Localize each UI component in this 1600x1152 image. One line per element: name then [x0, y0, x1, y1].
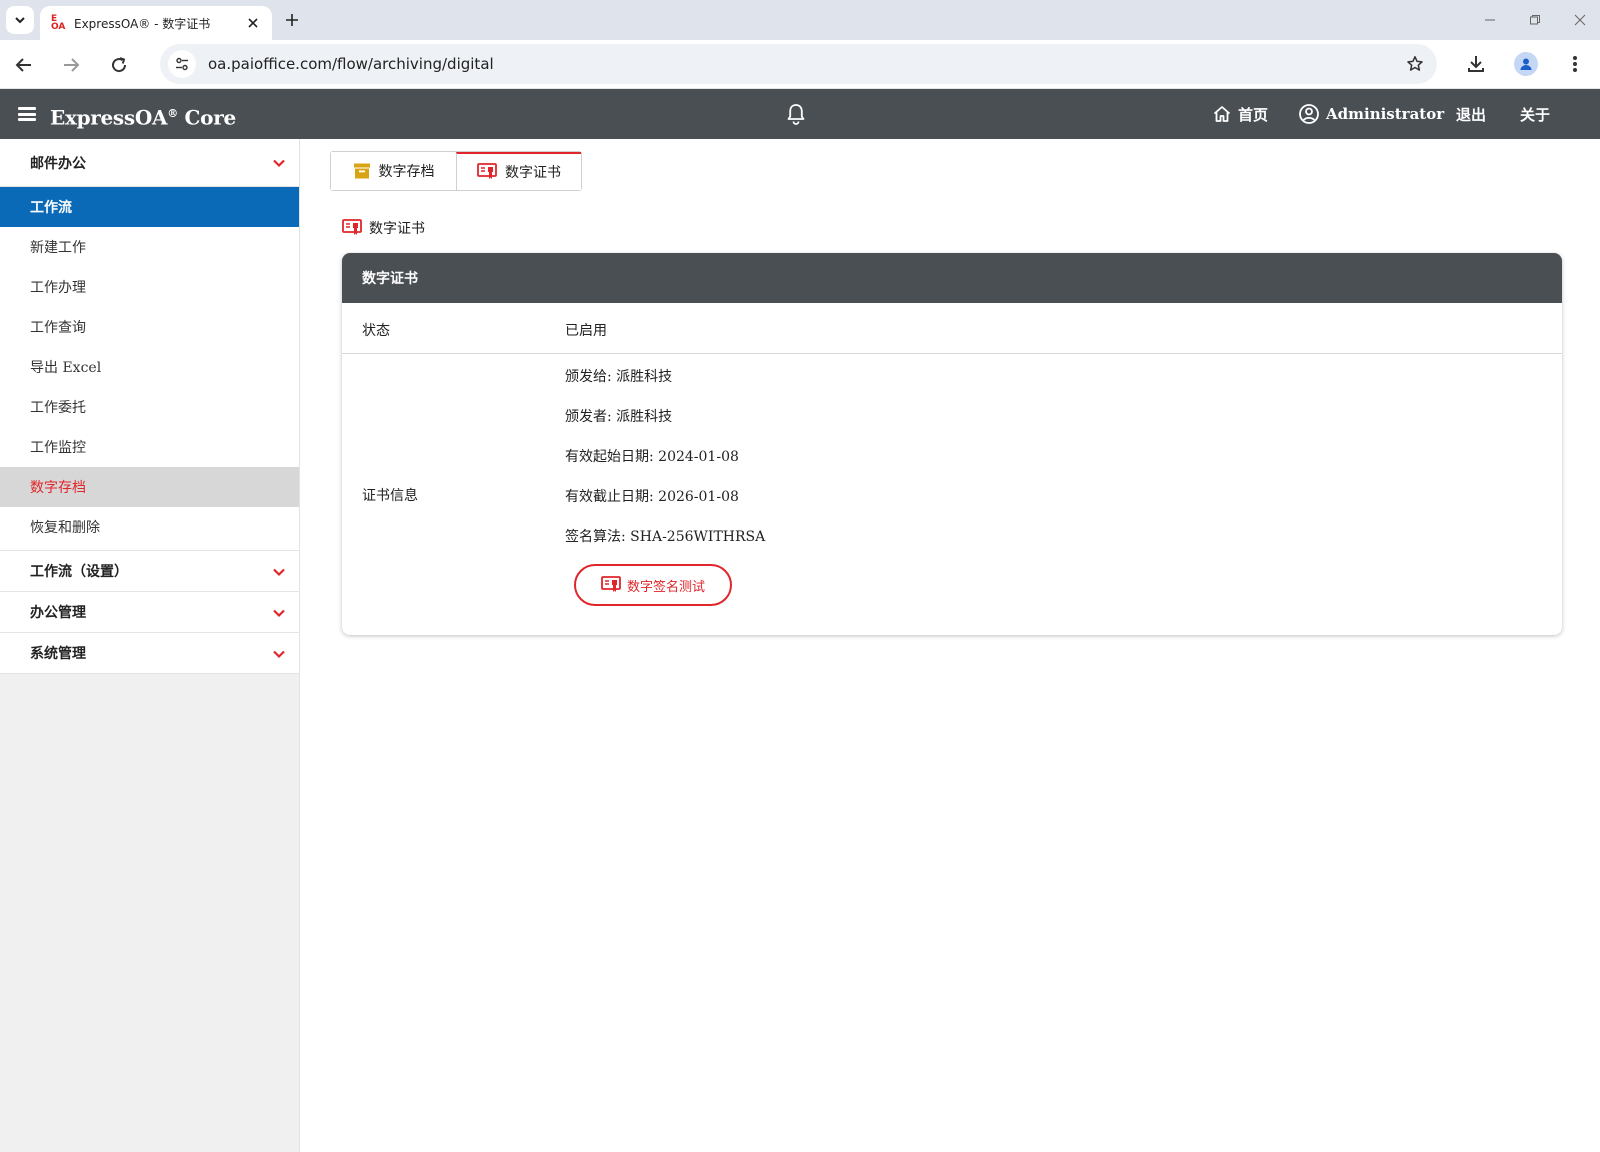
- tab-digital-archive[interactable]: 数字存档: [331, 152, 456, 190]
- certificate-icon: [342, 219, 362, 235]
- back-button[interactable]: [9, 50, 39, 80]
- sidebar-workflow-submenu: 工作流 新建工作 工作办理 工作查询 导出 Excel 工作委托 工作监控 数字…: [0, 187, 299, 551]
- restore-window-button[interactable]: [1525, 10, 1545, 30]
- about-link[interactable]: 关于: [1520, 89, 1550, 139]
- chevron-down-icon: [273, 650, 285, 659]
- minimize-window-button[interactable]: [1480, 10, 1500, 30]
- downloads-button[interactable]: [1461, 49, 1491, 79]
- forward-button[interactable]: [56, 50, 86, 80]
- certificate-info-label: 证书信息: [362, 488, 418, 504]
- certificate-icon: [601, 576, 621, 592]
- sidebar-item-digital-archive[interactable]: 数字存档: [0, 467, 299, 507]
- valid-to: 有效截止日期: 2026-01-08: [565, 489, 739, 505]
- bell-icon[interactable]: [784, 102, 808, 126]
- close-icon: [1574, 14, 1586, 26]
- status-label: 状态: [362, 323, 390, 339]
- close-window-button[interactable]: [1570, 10, 1590, 30]
- signature-algorithm: 签名算法: SHA-256WITHRSA: [565, 529, 766, 545]
- tab-label: 数字证书: [505, 165, 561, 181]
- minimize-icon: [1485, 19, 1495, 21]
- browser-tab-active[interactable]: E OA ExpressOA® - 数字证书: [40, 6, 272, 40]
- tab-search-button[interactable]: [6, 6, 34, 34]
- certificate-icon: [477, 163, 497, 179]
- sidebar-group-label: 工作流（设置）: [30, 564, 128, 580]
- reload-button[interactable]: [104, 50, 134, 80]
- profile-button[interactable]: [1511, 49, 1541, 79]
- card-header: 数字证书: [342, 253, 1562, 303]
- tune-icon: [176, 57, 188, 71]
- logout-link[interactable]: 退出: [1456, 89, 1486, 139]
- sidebar-group-system[interactable]: 系统管理: [0, 633, 299, 674]
- menu-icon[interactable]: [18, 105, 36, 123]
- browser-toolbar: oa.paioffice.com/flow/archiving/digital: [0, 40, 1600, 89]
- section-title: 数字证书: [342, 218, 425, 238]
- chevron-down-icon: [273, 159, 285, 168]
- browser-tabstrip: E OA ExpressOA® - 数字证书: [0, 0, 1600, 40]
- new-tab-button[interactable]: [280, 8, 304, 32]
- valid-from: 有效起始日期: 2024-01-08: [565, 449, 739, 465]
- certificate-card: 数字证书 状态 已启用 证书信息 颁发给: 派胜科技 颁发者: 派胜科技 有效起…: [342, 253, 1562, 635]
- sidebar-menu: 邮件办公 工作流 新建工作 工作办理 工作查询 导出 Excel 工作委托 工作…: [0, 139, 299, 674]
- avatar: [1514, 52, 1538, 76]
- tab-digital-certificate[interactable]: 数字证书: [456, 152, 581, 190]
- sidebar-item-restore-delete[interactable]: 恢复和删除: [0, 507, 299, 547]
- sidebar-group-label: 办公管理: [30, 605, 86, 621]
- main-content: 数字存档 数字证书 数字证书 数字证书 状态 已启用 证书信息 颁发给: 派胜科…: [300, 139, 1600, 1152]
- sidebar-item-work-query[interactable]: 工作查询: [0, 307, 299, 347]
- sidebar-item-work-delegate[interactable]: 工作委托: [0, 387, 299, 427]
- chevron-down-icon: [273, 568, 285, 577]
- sidebar-group-mail[interactable]: 邮件办公: [0, 139, 299, 187]
- status-value: 已启用: [565, 323, 607, 339]
- button-label: 数字签名测试: [626, 579, 705, 595]
- restore-icon: [1530, 15, 1540, 25]
- chevron-down-icon: [15, 17, 25, 24]
- sidebar-item-workflow[interactable]: 工作流: [0, 187, 299, 227]
- close-icon[interactable]: [244, 14, 262, 32]
- sidebar-group-workflow-settings[interactable]: 工作流（设置）: [0, 551, 299, 592]
- page-tabs: 数字存档 数字证书: [330, 151, 582, 191]
- sidebar-item-export-excel[interactable]: 导出 Excel: [0, 347, 299, 387]
- browser-tab-title: ExpressOA® - 数字证书: [74, 16, 211, 31]
- browser-menu-button[interactable]: [1560, 49, 1590, 79]
- sidebar: 邮件办公 工作流 新建工作 工作办理 工作查询 导出 Excel 工作委托 工作…: [0, 139, 300, 1152]
- bookmark-star-button[interactable]: [1403, 52, 1427, 76]
- brand-logo[interactable]: ExpressOA® Core: [50, 89, 236, 139]
- url-text[interactable]: oa.paioffice.com/flow/archiving/digital: [208, 44, 494, 84]
- address-bar[interactable]: oa.paioffice.com/flow/archiving/digital: [160, 44, 1437, 84]
- arrow-right-icon: [64, 58, 80, 72]
- issued-to: 颁发给: 派胜科技: [565, 369, 673, 385]
- more-vert-icon: [1573, 56, 1577, 72]
- sidebar-item-work-process[interactable]: 工作办理: [0, 267, 299, 307]
- home-link[interactable]: 首页: [1212, 89, 1268, 139]
- reload-icon: [112, 57, 127, 73]
- sidebar-group-label: 系统管理: [30, 646, 86, 662]
- certificate-info-row: 证书信息 颁发给: 派胜科技 颁发者: 派胜科技 有效起始日期: 2024-01…: [342, 354, 1562, 634]
- user-link[interactable]: Administrator: [1298, 89, 1444, 139]
- expressoa-favicon-icon: E OA: [51, 14, 66, 32]
- user-label: Administrator: [1326, 105, 1445, 123]
- chevron-down-icon: [273, 609, 285, 618]
- issuer: 颁发者: 派胜科技: [565, 409, 673, 425]
- star-icon: [1407, 56, 1423, 71]
- sidebar-group-label: 邮件办公: [30, 155, 86, 172]
- site-info-button[interactable]: [168, 50, 196, 78]
- plus-icon: [286, 14, 298, 26]
- digital-signature-test-button[interactable]: 数字签名测试: [574, 564, 732, 606]
- sidebar-item-work-monitor[interactable]: 工作监控: [0, 427, 299, 467]
- app-header: ExpressOA® Core 首页 Administrator 退出 关于: [0, 89, 1600, 139]
- tab-label: 数字存档: [378, 164, 435, 180]
- archive-box-icon: [353, 163, 370, 179]
- home-label: 首页: [1238, 105, 1269, 124]
- home-icon: [1213, 106, 1231, 122]
- sidebar-group-office[interactable]: 办公管理: [0, 592, 299, 633]
- section-title-label: 数字证书: [369, 221, 425, 237]
- person-icon: [1520, 58, 1532, 70]
- account-circle-icon: [1299, 104, 1319, 124]
- arrow-left-icon: [15, 58, 31, 72]
- status-row: 状态 已启用: [342, 303, 1562, 354]
- download-icon: [1468, 56, 1484, 72]
- sidebar-item-new-work[interactable]: 新建工作: [0, 227, 299, 267]
